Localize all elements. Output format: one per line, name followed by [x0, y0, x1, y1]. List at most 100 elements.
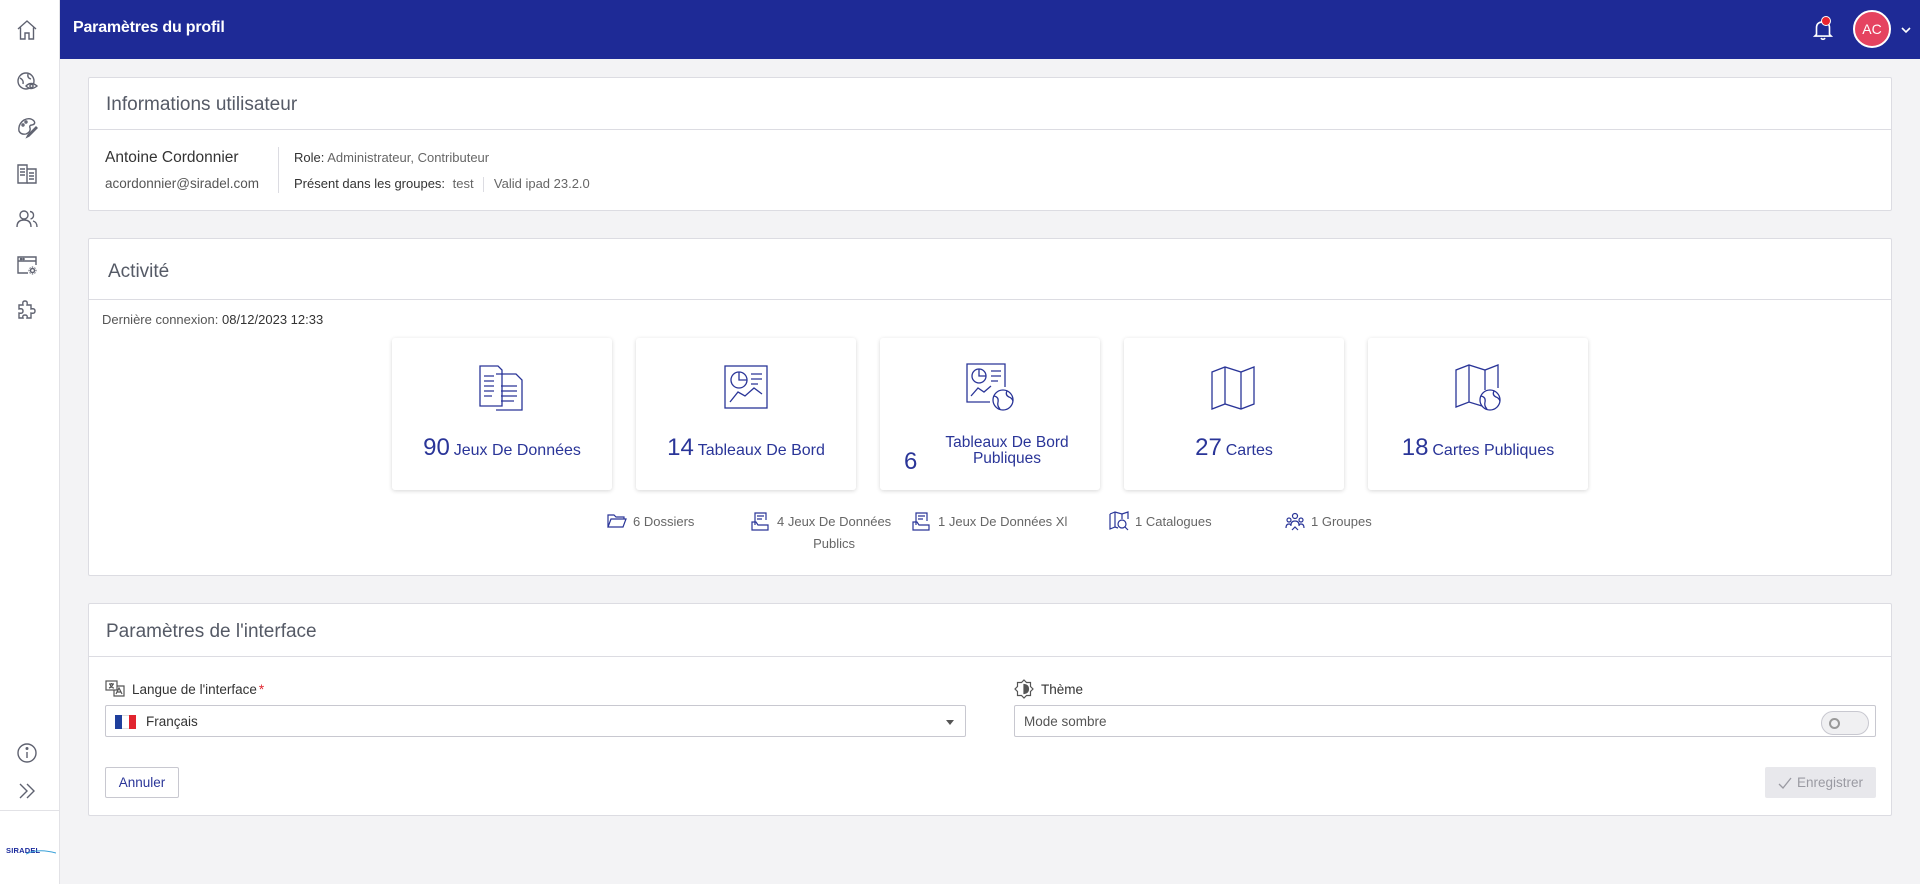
mini-stat-public-datasets[interactable]: 4 Jeux De Données Publics	[751, 511, 891, 555]
public-map-icon	[1455, 364, 1501, 411]
catalog-icon	[1109, 511, 1129, 531]
map-icon	[1211, 366, 1255, 410]
page-title: Paramètres du profil	[73, 19, 225, 36]
stat-card-public-maps[interactable]: 18 Cartes Publiques	[1368, 338, 1588, 490]
globe-eye-icon[interactable]	[13, 68, 41, 96]
siradel-logo: SIRADEL	[6, 840, 56, 858]
france-flag-icon	[115, 715, 136, 729]
stat-line: 90 Jeux De Données	[392, 434, 612, 462]
mini-stat-xl-datasets[interactable]: 1 Jeux De Données Xl	[912, 511, 1067, 533]
chevron-down-icon[interactable]	[1900, 24, 1912, 36]
info-divider	[278, 147, 279, 193]
stat-label-line: Publiques	[972, 450, 1042, 467]
flag-stripe	[122, 715, 129, 729]
mini-stat-text: 1 Jeux De Données Xl	[938, 514, 1068, 529]
user-info-panel: Informations utilisateur Antoine Cordonn…	[88, 77, 1892, 211]
activity-title: Activité	[108, 261, 170, 282]
mini-stat-text: 1 Groupes	[1311, 514, 1372, 529]
stat-label: Tableaux De Bord Publiques	[920, 435, 1094, 467]
user-info-title: Informations utilisateur	[106, 94, 298, 115]
public-dashboard-icon	[966, 363, 1014, 411]
check-icon	[1778, 777, 1792, 789]
dark-mode-field: Mode sombre	[1014, 705, 1876, 737]
flag-stripe	[129, 715, 136, 729]
stat-line: 27 Cartes	[1124, 434, 1344, 462]
groups-label: Présent dans les groupes:	[294, 176, 446, 191]
pencil-palette-icon[interactable]	[13, 113, 41, 141]
language-field-label: Langue de l'interface *	[105, 679, 264, 699]
last-connection: Dernière connexion: 08/12/2023 12:33	[102, 312, 323, 327]
stat-label: Cartes Publiques	[1432, 442, 1555, 459]
puzzle-icon[interactable]	[13, 296, 41, 324]
sidebar: SIRADEL	[0, 0, 60, 884]
info-icon[interactable]	[13, 739, 41, 767]
dark-mode-toggle[interactable]	[1821, 711, 1869, 735]
mini-stat-text: 4 Jeux De Données Publics	[777, 511, 891, 555]
toggle-knob	[1829, 718, 1840, 729]
groups-icon	[1285, 512, 1305, 531]
logo-swoosh	[26, 850, 56, 855]
stat-line: 18 Cartes Publiques	[1368, 434, 1588, 462]
interface-settings-panel: Paramètres de l'interface Langue de l'in…	[88, 603, 1892, 816]
save-label: Enregistrer	[1796, 775, 1864, 790]
theme-label-text: Thème	[1041, 681, 1084, 697]
role-label: Role:	[294, 150, 325, 165]
last-connection-label: Dernière connexion:	[102, 312, 219, 327]
caret-down-icon	[946, 720, 954, 725]
top-header: Paramètres du profil AC	[60, 0, 1920, 59]
group-item: Valid ipad 23.2.0	[493, 176, 590, 191]
stat-count: 6	[904, 448, 918, 475]
required-mark: *	[258, 681, 265, 697]
stat-card-dashboards[interactable]: 14 Tableaux De Bord	[636, 338, 856, 490]
cancel-button[interactable]: Annuler	[105, 767, 179, 798]
user-email: acordonnier@siradel.com	[105, 176, 260, 191]
users-icon[interactable]	[13, 205, 41, 233]
sidebar-divider	[0, 810, 60, 811]
mini-stat-catalogs[interactable]: 1 Catalogues	[1109, 511, 1212, 533]
stat-count: 18	[1401, 434, 1429, 461]
panel-divider	[89, 129, 1891, 130]
mini-stat-text: 6 Dossiers	[633, 514, 695, 529]
group-item: test	[452, 176, 474, 191]
theme-icon	[1014, 679, 1034, 699]
panel-divider	[89, 656, 1891, 657]
public-datasets-icon	[751, 512, 769, 531]
language-label-text: Langue de l'interface	[132, 681, 257, 697]
role-line: Role: Administrateur, Contributeur	[294, 150, 489, 165]
mini-stat-folders[interactable]: 6 Dossiers	[607, 511, 694, 533]
stat-label: Tableaux De Bord	[697, 442, 825, 459]
mini-stat-groups[interactable]: 1 Groupes	[1285, 511, 1372, 533]
expand-icon[interactable]	[13, 777, 41, 805]
save-button[interactable]: Enregistrer	[1765, 767, 1876, 798]
mini-stat-text: 1 Catalogues	[1135, 514, 1212, 529]
user-avatar[interactable]: AC	[1853, 10, 1891, 48]
language-select[interactable]: Français	[105, 705, 966, 737]
translate-icon	[105, 680, 125, 697]
activity-panel: Activité Dernière connexion: 08/12/2023 …	[88, 238, 1892, 576]
last-connection-value: 08/12/2023 12:33	[221, 312, 324, 327]
stat-label: Jeux De Données	[453, 442, 581, 459]
stat-card-datasets[interactable]: 90 Jeux De Données	[392, 338, 612, 490]
calendar-gear-icon[interactable]	[13, 251, 41, 279]
home-icon[interactable]	[13, 16, 41, 44]
stat-card-public-dashboards[interactable]: 6 Tableaux De Bord Publiques	[880, 338, 1100, 490]
documents-icon[interactable]	[13, 160, 41, 188]
panel-divider	[89, 299, 1891, 300]
stat-line: 14 Tableaux De Bord	[636, 434, 856, 462]
language-value: Français	[146, 714, 198, 729]
stat-label-line: Tableaux De Bord	[945, 434, 1069, 451]
mini-stat-text-line: 4 Jeux De Données	[777, 514, 892, 529]
user-name: Antoine Cordonnier	[105, 149, 239, 166]
interface-settings-title: Paramètres de l'interface	[106, 621, 317, 642]
notification-badge	[1821, 16, 1831, 26]
theme-field-label: Thème	[1014, 679, 1083, 699]
dark-mode-label: Mode sombre	[1024, 714, 1107, 729]
stat-count: 14	[667, 434, 694, 461]
group-divider	[483, 177, 485, 193]
stat-count: 27	[1195, 434, 1222, 461]
stat-card-maps[interactable]: 27 Cartes	[1124, 338, 1344, 490]
stat-count: 90	[423, 434, 450, 461]
groups-line: Présent dans les groupes: test Valid ipa…	[294, 176, 590, 193]
xl-datasets-icon	[912, 512, 930, 531]
folder-icon	[607, 514, 627, 528]
